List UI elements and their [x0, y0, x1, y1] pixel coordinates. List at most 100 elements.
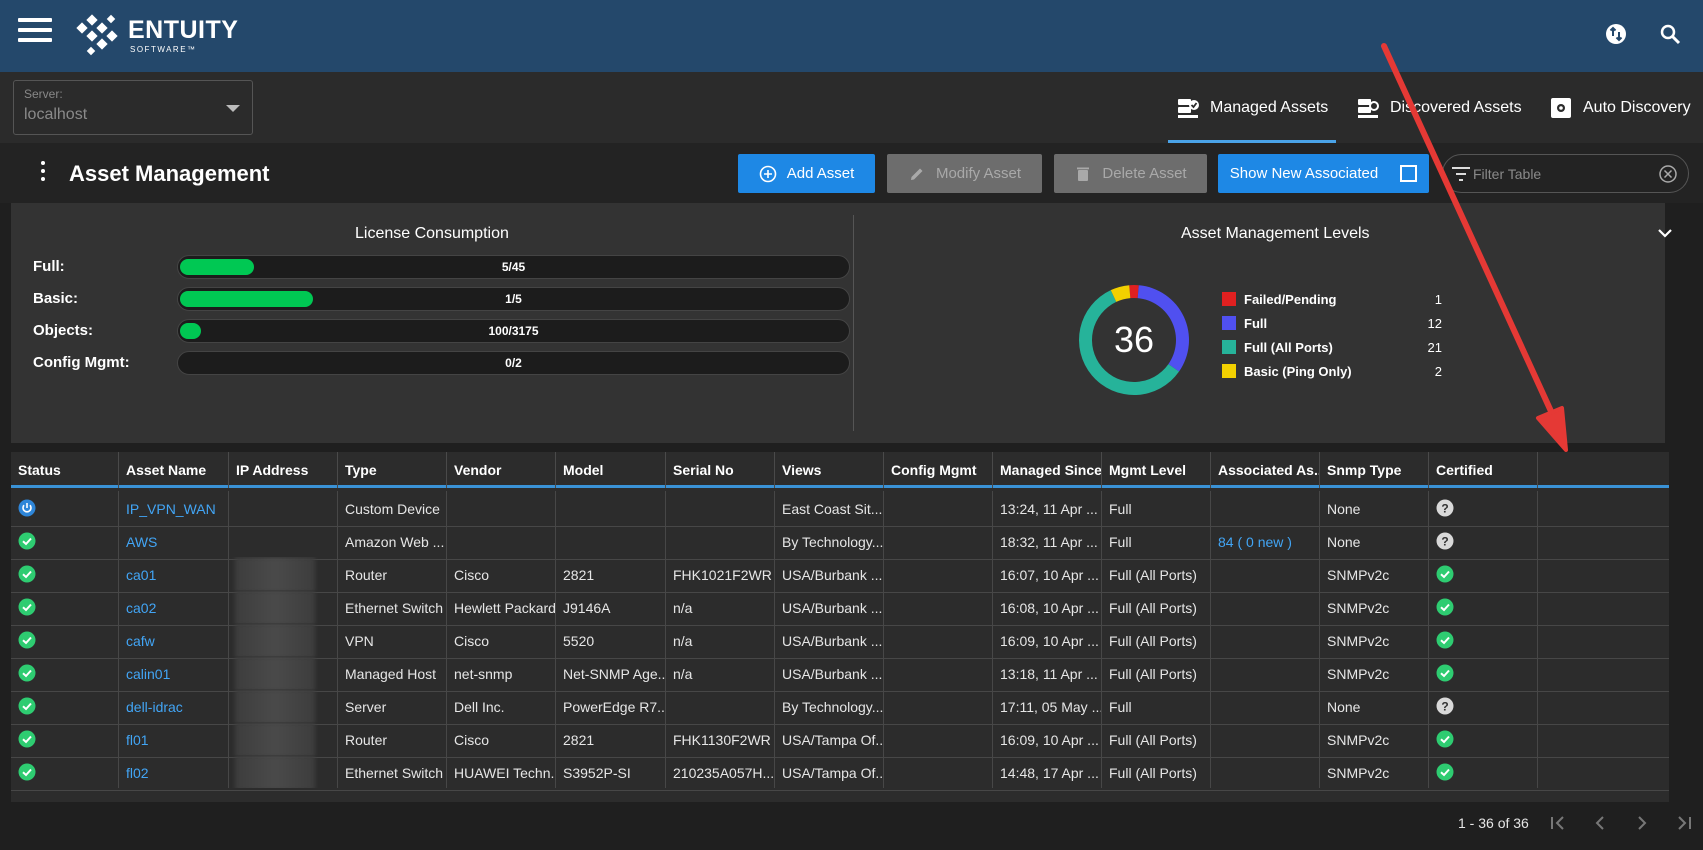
tab-auto-discovery[interactable]: Auto Discovery [1549, 72, 1691, 143]
ip-address-cell [229, 491, 338, 524]
column-header[interactable]: Certified [1429, 452, 1538, 488]
snmp-cell: SNMPv2c [1320, 656, 1429, 689]
more-vert-icon[interactable] [36, 161, 50, 185]
column-header[interactable]: Model [556, 452, 666, 488]
column-header[interactable]: Status [11, 452, 119, 488]
table-row[interactable]: ca01 Router Cisco 2821 FHK1021F2WR USA/Burban… [11, 557, 1669, 593]
since-cell: 16:07, 10 Apr ... [993, 557, 1102, 590]
table-row[interactable]: calin01 Managed Host net-snmp Net-SNMP Age.… [11, 656, 1669, 692]
assoc-cell[interactable] [1211, 689, 1320, 722]
column-header[interactable]: Managed Since [993, 452, 1102, 488]
page-title: Asset Management [69, 161, 270, 186]
assoc-cell[interactable] [1211, 491, 1320, 524]
add-asset-button[interactable]: Add Asset [738, 154, 875, 193]
since-cell: 13:24, 11 Apr ... [993, 491, 1102, 524]
vendor-cell: Cisco [447, 722, 556, 755]
table-row[interactable]: AWS Amazon Web ... By Technology... 18:32, … [11, 524, 1669, 560]
assoc-cell[interactable] [1211, 656, 1320, 689]
last-page-icon[interactable] [1674, 813, 1694, 833]
server-bar: Server: localhost Managed Assets Discove… [0, 72, 1703, 143]
name-cell[interactable]: IP_VPN_WAN [119, 491, 229, 524]
name-cell[interactable]: ca01 [119, 557, 229, 590]
snmp-cell: SNMPv2c [1320, 590, 1429, 623]
delete-asset-button[interactable]: Delete Asset [1054, 154, 1207, 193]
name-cell[interactable]: ca02 [119, 590, 229, 623]
assoc-cell[interactable] [1211, 623, 1320, 656]
name-cell[interactable]: calin01 [119, 656, 229, 689]
assoc-cell[interactable] [1211, 755, 1320, 788]
name-cell[interactable]: cafw [119, 623, 229, 656]
serial-cell [666, 491, 775, 524]
vendor-cell: Cisco [447, 623, 556, 656]
column-header[interactable]: Mgmt Level [1102, 452, 1211, 488]
modify-asset-button[interactable]: Modify Asset [887, 154, 1042, 193]
assoc-cell[interactable] [1211, 557, 1320, 590]
svg-text:?: ? [1441, 502, 1448, 516]
paginator: 1 - 36 of 36 [11, 805, 1703, 841]
table-row[interactable]: IP_VPN_WAN Custom Device East Coast Sit...… [11, 491, 1669, 527]
tab-managed-assets-label: Managed Assets [1210, 98, 1329, 116]
levels-legend: Failed/Pending 1 Full 12 Full (All Ports… [1222, 287, 1442, 383]
table-row[interactable]: fl02 Ethernet Switch HUAWEI Techn... S3952P… [11, 755, 1669, 791]
server-select[interactable]: Server: localhost [13, 80, 253, 135]
sync-icon[interactable] [1604, 22, 1628, 46]
table-row[interactable]: ca02 Ethernet Switch Hewlett Packard J9146A… [11, 590, 1669, 626]
certified-check-icon [1436, 763, 1454, 781]
table-row[interactable]: dell-idrac Server Dell Inc. PowerEdge R7...… [11, 689, 1669, 725]
menu-icon[interactable] [18, 18, 52, 48]
name-cell[interactable]: AWS [119, 524, 229, 557]
type-cell: VPN [338, 623, 447, 656]
column-header[interactable]: Snmp Type [1320, 452, 1429, 488]
config-cell [884, 524, 993, 557]
column-header[interactable]: Config Mgmt [884, 452, 993, 488]
tab-discovered-assets[interactable]: Discovered Assets [1356, 72, 1522, 143]
column-header[interactable]: Type [338, 452, 447, 488]
column-header[interactable]: IP Address [229, 452, 338, 488]
certified-cell [1429, 590, 1538, 623]
status-cell [11, 656, 119, 689]
redacted-ip [235, 623, 315, 656]
status-cell [11, 755, 119, 788]
config-cell [884, 623, 993, 656]
certified-cell: ? [1429, 524, 1538, 557]
type-cell: Server [338, 689, 447, 722]
name-cell[interactable]: dell-idrac [119, 689, 229, 722]
name-cell[interactable]: fl01 [119, 722, 229, 755]
license-row-config-mgmt: Config Mgmt: 0/2 [33, 351, 853, 375]
table-row[interactable]: fl01 Router Cisco 2821 FHK1130F2WR USA/Tampa … [11, 722, 1669, 758]
certified-cell [1429, 722, 1538, 755]
views-cell: USA/Tampa Of... [775, 755, 884, 788]
show-new-associated-toggle[interactable]: Show New Associated [1218, 154, 1429, 193]
column-header[interactable]: Serial No [666, 452, 775, 488]
assoc-cell[interactable] [1211, 722, 1320, 755]
license-label: Config Mgmt: [33, 354, 130, 371]
license-row-objects: Objects: 100/3175 [33, 319, 853, 343]
column-header[interactable]: Views [775, 452, 884, 488]
model-cell: J9146A [556, 590, 666, 623]
status-cell [11, 557, 119, 590]
prev-page-icon[interactable] [1590, 813, 1610, 833]
assoc-cell[interactable] [1211, 590, 1320, 623]
filter-list-icon [1452, 167, 1470, 181]
name-cell[interactable]: fl02 [119, 755, 229, 788]
since-cell: 14:48, 17 Apr ... [993, 755, 1102, 788]
assoc-cell[interactable]: 84 ( 0 new ) [1211, 524, 1320, 557]
column-header[interactable]: Associated As... [1211, 452, 1320, 488]
type-cell: Managed Host [338, 656, 447, 689]
snmp-cell: None [1320, 491, 1429, 524]
table-row[interactable]: cafw VPN Cisco 5520 n/a USA/Burbank ... 16:09,… [11, 623, 1669, 659]
clear-icon[interactable] [1658, 164, 1678, 184]
license-progress-bar: 0/2 [177, 351, 850, 375]
tab-managed-assets[interactable]: Managed Assets [1168, 72, 1337, 143]
column-header[interactable]: Vendor [447, 452, 556, 488]
first-page-icon[interactable] [1548, 813, 1568, 833]
snmp-cell: SNMPv2c [1320, 722, 1429, 755]
column-header[interactable]: Asset Name [119, 452, 229, 488]
license-progress-bar: 100/3175 [177, 319, 850, 343]
filter-input[interactable]: Filter Table [1442, 154, 1689, 193]
toolbar: Asset Management Add Asset Modify Asset … [0, 143, 1703, 203]
search-icon[interactable] [1658, 22, 1682, 46]
chevron-down-icon[interactable] [1655, 223, 1675, 243]
next-page-icon[interactable] [1632, 813, 1652, 833]
show-new-associated-checkbox[interactable] [1400, 165, 1418, 182]
